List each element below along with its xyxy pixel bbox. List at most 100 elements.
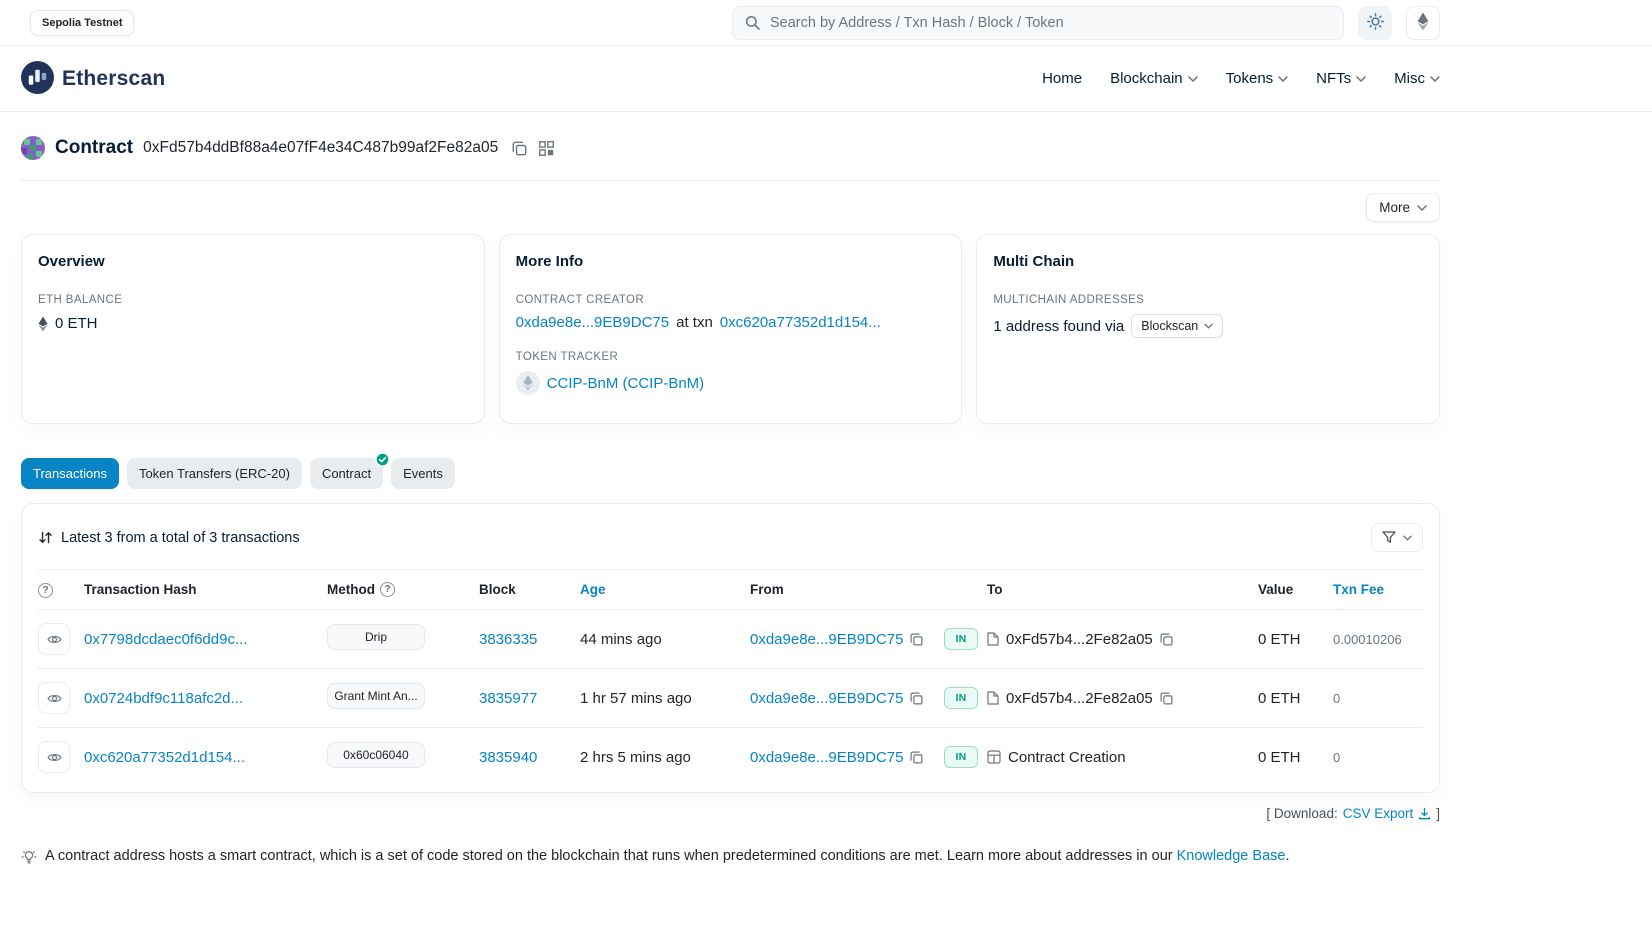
contract-creation-icon [987, 750, 1001, 764]
col-to: To [987, 570, 1258, 610]
col-method: Method? [327, 570, 479, 610]
contract-creator-label: CONTRACT CREATOR [516, 294, 946, 306]
eth-diamond-icon [38, 316, 48, 332]
from-address-link[interactable]: 0xda9e8e...9EB9DC75 [750, 631, 903, 648]
ethereum-icon [1417, 12, 1429, 34]
knowledge-base-link[interactable]: Knowledge Base [1177, 848, 1286, 864]
direction-badge: IN [944, 746, 978, 768]
txn-hash-link[interactable]: 0x7798dcdaec0f6dd9c... [84, 631, 247, 648]
copy-icon[interactable] [1160, 692, 1173, 705]
copy-icon[interactable] [910, 692, 923, 705]
block-link[interactable]: 3836335 [479, 631, 537, 648]
page-title: Contract [55, 137, 133, 159]
download-prefix: [ Download: [1266, 806, 1337, 821]
value-text: 0 ETH [1258, 749, 1301, 766]
eth-balance-value: 0 ETH [55, 315, 98, 332]
download-row: [ Download: CSV Export ] [21, 806, 1440, 821]
multichain-card: Multi Chain MULTICHAIN ADDRESSES 1 addre… [976, 234, 1440, 424]
eye-preview-button[interactable] [38, 623, 70, 655]
block-link[interactable]: 3835940 [479, 749, 537, 766]
overview-card: Overview ETH BALANCE 0 ETH [21, 234, 485, 424]
txn-fee-text: 0.00010206 [1333, 632, 1402, 647]
transaction-row: 0xc620a77352d1d154... 0x60c06040 3835940… [38, 728, 1423, 787]
tab-contract[interactable]: Contract [310, 458, 383, 489]
nav-tokens[interactable]: Tokens [1226, 70, 1289, 87]
age-text: 1 hr 57 mins ago [580, 690, 692, 707]
multichain-found-text: 1 address found via [993, 318, 1124, 335]
col-value: Value [1258, 570, 1333, 610]
filter-button[interactable] [1371, 523, 1423, 552]
help-icon[interactable]: ? [38, 583, 53, 598]
brand-name: Etherscan [62, 67, 165, 91]
col-transaction-hash: Transaction Hash [84, 570, 327, 610]
at-txn-text: at txn [676, 314, 713, 331]
eye-preview-button[interactable] [38, 741, 70, 773]
sort-icon [38, 530, 53, 545]
summary-cards: Overview ETH BALANCE 0 ETH More Info CON… [21, 234, 1440, 424]
search-icon [745, 15, 760, 30]
from-address-link[interactable]: 0xda9e8e...9EB9DC75 [750, 749, 903, 766]
chevron-down-icon [1278, 76, 1288, 82]
copy-icon[interactable] [1160, 633, 1173, 646]
address-avatar [21, 136, 45, 160]
to-address-text: Contract Creation [1008, 749, 1126, 766]
eye-preview-button[interactable] [38, 682, 70, 714]
help-icon[interactable]: ? [380, 582, 395, 597]
direction-badge: IN [944, 628, 978, 650]
theme-toggle-button[interactable] [1358, 6, 1392, 40]
title-divider [21, 180, 1440, 181]
chevron-down-icon [1188, 76, 1198, 82]
copy-address-button[interactable] [512, 141, 527, 156]
search-box[interactable] [732, 6, 1344, 40]
to-address-text: 0xFd57b4...2Fe82a05 [1006, 631, 1153, 648]
tab-token-transfers[interactable]: Token Transfers (ERC-20) [127, 458, 302, 489]
nav-nfts[interactable]: NFTs [1316, 70, 1366, 87]
copy-icon[interactable] [910, 751, 923, 764]
age-text: 44 mins ago [580, 631, 662, 648]
col-age[interactable]: Age [580, 570, 750, 610]
tab-transactions[interactable]: Transactions [21, 458, 119, 489]
card-title: More Info [516, 253, 946, 270]
network-badge[interactable]: Sepolia Testnet [30, 10, 134, 36]
multichain-provider-select[interactable]: Blockscan [1131, 314, 1223, 338]
age-text: 2 hrs 5 mins ago [580, 749, 691, 766]
creation-txn-link[interactable]: 0xc620a77352d1d154... [720, 314, 881, 331]
nav-misc[interactable]: Misc [1394, 70, 1440, 87]
more-info-card: More Info CONTRACT CREATOR 0xda9e8e...9E… [499, 234, 963, 424]
multichain-addresses-label: MULTICHAIN ADDRESSES [993, 294, 1423, 306]
creator-address-link[interactable]: 0xda9e8e...9EB9DC75 [516, 314, 669, 331]
tab-events[interactable]: Events [391, 458, 455, 489]
copy-icon[interactable] [910, 633, 923, 646]
funnel-icon [1382, 531, 1396, 544]
nav-home[interactable]: Home [1042, 70, 1082, 87]
file-icon [987, 632, 999, 646]
tab-bar: Transactions Token Transfers (ERC-20) Co… [21, 458, 1440, 489]
contract-info-note: A contract address hosts a smart contrac… [21, 848, 1440, 865]
file-icon [987, 691, 999, 705]
chevron-down-icon [1204, 323, 1213, 329]
value-text: 0 ETH [1258, 631, 1301, 648]
token-tracker-link[interactable]: CCIP-BnM (CCIP-BnM) [547, 375, 705, 392]
etherscan-logo-icon [21, 61, 54, 97]
network-menu-button[interactable] [1406, 6, 1440, 40]
qr-code-button[interactable] [539, 141, 554, 156]
block-link[interactable]: 3835977 [479, 690, 537, 707]
transactions-table: ? Transaction Hash Method? Block Age Fro… [38, 569, 1423, 786]
brand-logo[interactable]: Etherscan [21, 61, 165, 97]
txn-hash-link[interactable]: 0xc620a77352d1d154... [84, 749, 245, 766]
more-options-button[interactable]: More [1366, 193, 1440, 222]
note-text: A contract address hosts a smart contrac… [45, 848, 1173, 864]
card-title: Multi Chain [993, 253, 1423, 270]
search-input[interactable] [768, 14, 1331, 32]
transactions-card: Latest 3 from a total of 3 transactions … [21, 503, 1440, 793]
nav-blockchain[interactable]: Blockchain [1110, 70, 1198, 87]
from-address-link[interactable]: 0xda9e8e...9EB9DC75 [750, 690, 903, 707]
main-nav: Home Blockchain Tokens NFTs Misc [1042, 70, 1440, 87]
main-header: Etherscan Home Blockchain Tokens NFTs Mi… [0, 46, 1652, 112]
token-logo-icon [516, 371, 540, 395]
transaction-row: 0x0724bdf9c118afc2d... Grant Mint An... … [38, 669, 1423, 728]
csv-export-link[interactable]: CSV Export [1343, 806, 1432, 821]
txn-hash-link[interactable]: 0x0724bdf9c118afc2d... [84, 690, 243, 707]
col-txn-fee[interactable]: Txn Fee [1333, 570, 1423, 610]
eth-balance-label: ETH BALANCE [38, 294, 468, 306]
